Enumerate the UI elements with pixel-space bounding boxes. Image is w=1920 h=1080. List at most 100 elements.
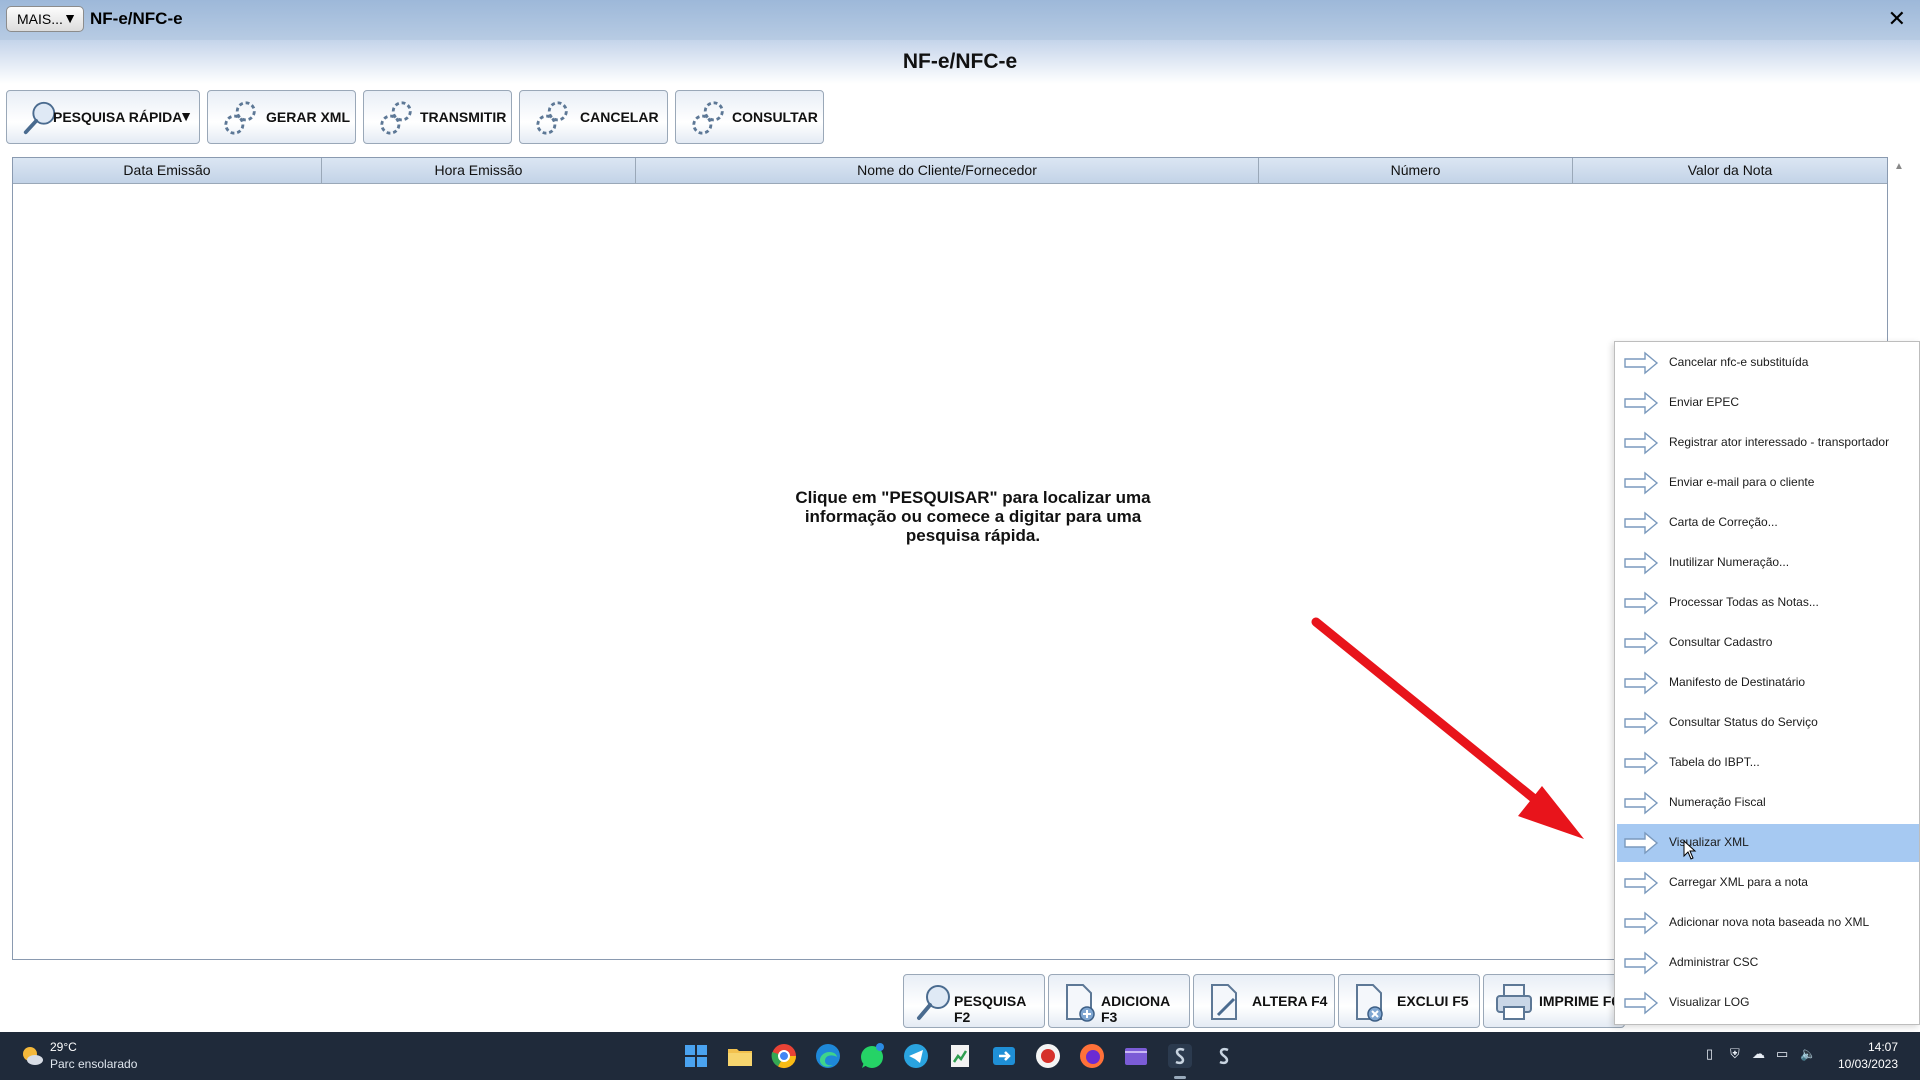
menu-item-enviar-email[interactable]: Enviar e-mail para o cliente: [1617, 464, 1919, 502]
menu-item-consultar-status[interactable]: Consultar Status do Serviço: [1617, 704, 1919, 742]
menu-item-visualizar-xml[interactable]: Visualizar XML: [1617, 824, 1919, 862]
gears-icon: [224, 101, 256, 135]
more-actions-menu: Cancelar nfc-e substituída Enviar EPEC R…: [1614, 341, 1920, 1025]
video-app-icon[interactable]: [1122, 1042, 1150, 1070]
page-title: NF-e/NFC-e: [902, 50, 1018, 73]
gears-icon: [536, 101, 568, 135]
remote-access-icon[interactable]: [990, 1042, 1018, 1070]
clock-date[interactable]: 10/03/2023: [1838, 1057, 1898, 1071]
menu-item-label: Enviar e-mail para o cliente: [1669, 475, 1815, 489]
network-icon[interactable]: ▭: [1776, 1046, 1788, 1062]
imprime-f6-label: IMPRIME F6: [1539, 993, 1620, 1009]
menu-item-carta-correcao[interactable]: Carta de Correção...: [1617, 504, 1919, 542]
menu-item-label: Inutilizar Numeração...: [1669, 555, 1790, 569]
magnifier-icon: [917, 985, 950, 1020]
security-shield-icon[interactable]: ⛨: [1730, 1046, 1740, 1062]
firefox-icon[interactable]: [1078, 1042, 1106, 1070]
column-header-valor-nota[interactable]: Valor da Nota: [1573, 158, 1887, 183]
arrow-right-icon: [1624, 791, 1659, 815]
menu-item-visualizar-log[interactable]: Visualizar LOG: [1617, 984, 1919, 1022]
scroll-up-icon[interactable]: ▲: [1894, 161, 1904, 172]
menu-item-consultar-cadastro[interactable]: Consultar Cadastro: [1617, 624, 1919, 662]
arrow-right-icon: [1624, 351, 1659, 375]
adiciona-f3-label: ADICIONA F3: [1101, 993, 1170, 1025]
arrow-right-icon: [1624, 831, 1659, 855]
pesquisa-rapida-label: PESQUISA RÁPIDA: [53, 109, 183, 125]
exclui-f5-label: EXCLUI F5: [1397, 993, 1469, 1009]
menu-item-label: Consultar Cadastro: [1669, 635, 1773, 649]
active-app-indicator: [1174, 1076, 1186, 1079]
arrow-right-icon: [1624, 551, 1659, 575]
adiciona-f3-button[interactable]: ADICIONA F3: [1048, 974, 1190, 1028]
pesquisa-f2-button[interactable]: PESQUISA F2: [903, 974, 1045, 1028]
window-title: NF-e/NFC-e: [90, 9, 183, 28]
menu-item-tabela-ibpt[interactable]: Tabela do IBPT...: [1617, 744, 1919, 782]
volume-icon[interactable]: 🔈: [1800, 1046, 1816, 1062]
altera-f4-button[interactable]: ALTERA F4: [1193, 974, 1335, 1028]
spreadsheet-app-icon[interactable]: [946, 1042, 974, 1070]
column-header-nome-cliente[interactable]: Nome do Cliente/Fornecedor: [636, 158, 1259, 183]
edge-icon[interactable]: [814, 1042, 842, 1070]
usb-icon[interactable]: ▯: [1706, 1046, 1713, 1062]
arrow-right-icon: [1624, 991, 1659, 1015]
weather-description: Parc ensolarado: [50, 1057, 138, 1071]
mais-label: MAIS...: [17, 11, 63, 27]
empty-grid-message: Clique em "PESQUISAR" para localizar uma…: [795, 488, 1151, 545]
mouse-cursor-icon: [1683, 840, 1697, 860]
menu-item-label: Numeração Fiscal: [1669, 795, 1766, 809]
menu-item-enviar-epec[interactable]: Enviar EPEC: [1617, 384, 1919, 422]
cloud-icon[interactable]: ☁: [1752, 1046, 1765, 1062]
menu-item-manifesto-destinatario[interactable]: Manifesto de Destinatário: [1617, 664, 1919, 702]
chevron-down-icon[interactable]: ▼: [179, 108, 193, 124]
notes-grid[interactable]: Data Emissão Hora Emissão Nome do Client…: [12, 157, 1888, 960]
telegram-icon[interactable]: [902, 1042, 930, 1070]
erp-app-icon[interactable]: [1166, 1042, 1194, 1070]
close-icon[interactable]: ✕: [1888, 8, 1906, 30]
menu-item-label: Carregar XML para a nota: [1669, 875, 1808, 889]
menu-item-label: Carta de Correção...: [1669, 515, 1778, 529]
pesquisa-rapida-button[interactable]: PESQUISA RÁPIDA ▼: [6, 90, 200, 144]
taskbar: 29°C Parc ensolarado ▯ ⛨ ☁ ▭ 🔈 14:07 10/…: [0, 1032, 1920, 1080]
exclui-f5-button[interactable]: EXCLUI F5: [1338, 974, 1480, 1028]
arrow-right-icon: [1624, 751, 1659, 775]
arrow-right-icon: [1624, 591, 1659, 615]
weather-partly-sunny-icon[interactable]: [20, 1044, 44, 1068]
menu-item-registrar-ator[interactable]: Registrar ator interessado - transportad…: [1617, 424, 1919, 462]
menu-item-carregar-xml[interactable]: Carregar XML para a nota: [1617, 864, 1919, 902]
add-document-icon: [1066, 984, 1095, 1022]
printer-icon: [1496, 984, 1532, 1020]
erp-app-icon[interactable]: [1210, 1042, 1238, 1070]
menu-item-administrar-csc[interactable]: Administrar CSC: [1617, 944, 1919, 982]
cancelar-label: CANCELAR: [580, 109, 659, 125]
menu-item-numeracao-fiscal[interactable]: Numeração Fiscal: [1617, 784, 1919, 822]
column-header-hora-emissao[interactable]: Hora Emissão: [322, 158, 636, 183]
menu-item-label: Enviar EPEC: [1669, 395, 1740, 409]
menu-item-label: Processar Todas as Notas...: [1669, 595, 1819, 609]
file-explorer-icon[interactable]: [726, 1042, 754, 1070]
transmitir-label: TRANSMITIR: [420, 109, 507, 125]
clock-time[interactable]: 14:07: [1868, 1040, 1898, 1054]
menu-item-processar-todas[interactable]: Processar Todas as Notas...: [1617, 584, 1919, 622]
grid-header: Data Emissão Hora Emissão Nome do Client…: [13, 158, 1887, 184]
gerar-xml-button[interactable]: GERAR XML: [207, 90, 356, 144]
arrow-right-icon: [1624, 431, 1659, 455]
consultar-button[interactable]: CONSULTAR: [675, 90, 824, 144]
transmitir-button[interactable]: TRANSMITIR: [363, 90, 512, 144]
windows-start-icon[interactable]: [682, 1042, 710, 1070]
column-header-data-emissao[interactable]: Data Emissão: [13, 158, 322, 183]
menu-item-cancelar-nfce-substituida[interactable]: Cancelar nfc-e substituída: [1617, 344, 1919, 382]
chrome-icon[interactable]: [770, 1042, 798, 1070]
menu-item-label: Registrar ator interessado - transportad…: [1669, 435, 1890, 449]
menu-item-label: Visualizar XML: [1669, 835, 1749, 849]
menu-item-inutilizar-numeracao[interactable]: Inutilizar Numeração...: [1617, 544, 1919, 582]
whatsapp-icon[interactable]: [858, 1042, 886, 1070]
arrow-right-icon: [1624, 911, 1659, 935]
imprime-f6-button[interactable]: IMPRIME F6: [1483, 974, 1625, 1028]
red-annotation-arrow: [1311, 617, 1584, 839]
cancelar-button[interactable]: CANCELAR: [519, 90, 668, 144]
app-red-icon[interactable]: [1034, 1042, 1062, 1070]
column-header-numero[interactable]: Número: [1259, 158, 1573, 183]
menu-item-adicionar-nota-xml[interactable]: Adicionar nova nota baseada no XML: [1617, 904, 1919, 942]
mais-dropdown-button[interactable]: MAIS... ▼: [6, 6, 84, 32]
gerar-xml-label: GERAR XML: [266, 109, 350, 125]
